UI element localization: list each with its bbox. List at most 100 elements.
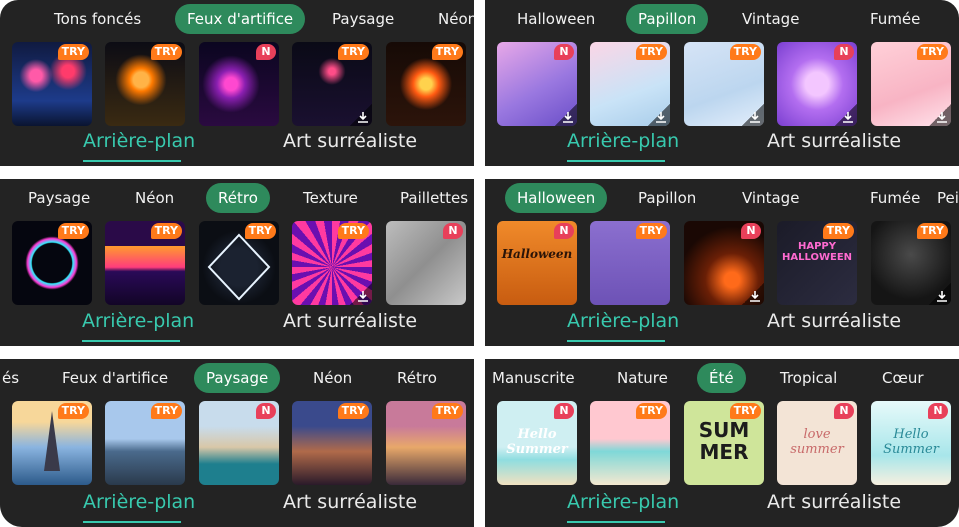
- tab-papillon[interactable]: Papillon: [626, 183, 708, 213]
- tab-arriere-plan[interactable]: Arrière-plan: [567, 310, 679, 332]
- thumbnail-neon-ring[interactable]: TRY: [12, 221, 92, 305]
- effect-panel-butterfly: Halloween Papillon Vintage Fumée N TRY T…: [485, 0, 959, 166]
- download-icon: [835, 104, 857, 126]
- thumbnail-butterflies-blue[interactable]: TRY: [684, 42, 764, 126]
- active-tab-underline: [567, 160, 665, 162]
- tab-arriere-plan[interactable]: Arrière-plan: [567, 491, 679, 513]
- category-tabs: Paysage Néon Rétro Texture Paillettes: [0, 183, 474, 213]
- download-icon: [350, 104, 372, 126]
- thumbnail-retro-sunset[interactable]: TRY: [105, 221, 185, 305]
- tab-art-surrealiste[interactable]: Art surréaliste: [767, 310, 901, 332]
- tab-partial[interactable]: és: [0, 363, 31, 393]
- effect-panel-retro: Paysage Néon Rétro Texture Paillettes TR…: [0, 179, 474, 346]
- thumbnail-concrete-wall[interactable]: N: [386, 221, 466, 305]
- thumbnail-halloween-pumpkins[interactable]: TRY: [590, 221, 670, 305]
- category-tabs: Manuscrite Nature Été Tropical Cœur: [485, 363, 959, 393]
- thumbnail-bridge-city[interactable]: TRY: [105, 401, 185, 485]
- tab-manuscrite[interactable]: Manuscrite: [485, 363, 587, 393]
- tab-ete[interactable]: Été: [697, 363, 746, 393]
- download-icon: [742, 104, 764, 126]
- thumbnail-halloween-orange[interactable]: Halloween N: [497, 221, 577, 305]
- try-badge: TRY: [431, 403, 463, 419]
- tab-feux-dartifice[interactable]: Feux d'artifice: [175, 4, 306, 34]
- active-tab-underline: [83, 160, 181, 162]
- thumbnail-butterfly-pink[interactable]: TRY: [871, 42, 951, 126]
- tab-papillon[interactable]: Papillon: [626, 4, 709, 34]
- thumbnail-rome-sunset[interactable]: TRY: [386, 401, 466, 485]
- bottom-tabs: Arrière-plan Art surréaliste: [0, 308, 474, 342]
- tab-peinture[interactable]: Pei: [925, 183, 959, 213]
- try-badge: TRY: [57, 223, 89, 239]
- tab-vintage[interactable]: Vintage: [730, 4, 811, 34]
- tab-neon[interactable]: Néon: [426, 4, 474, 34]
- tab-art-surrealiste[interactable]: Art surréaliste: [767, 491, 901, 513]
- category-tabs: és Feux d'artifice Paysage Néon Rétro: [0, 363, 474, 393]
- tab-art-surrealiste[interactable]: Art surréaliste: [767, 130, 901, 152]
- tab-paysage[interactable]: Paysage: [16, 183, 102, 213]
- tab-tons-fonces[interactable]: Tons foncés: [42, 4, 153, 34]
- thumbnail-spiral-pink[interactable]: TRY: [292, 221, 372, 305]
- try-badge: TRY: [337, 403, 369, 419]
- thumbnail-neon-diamond[interactable]: TRY: [199, 221, 279, 305]
- thumbnail-paris-eiffel[interactable]: TRY: [12, 401, 92, 485]
- thumbnail-halloween-smoke[interactable]: TRY: [871, 221, 951, 305]
- tab-feux-dartifice[interactable]: Feux d'artifice: [50, 363, 180, 393]
- download-icon: [929, 283, 951, 305]
- tab-arriere-plan[interactable]: Arrière-plan: [83, 130, 195, 152]
- thumbnail-hello-summer-aqua[interactable]: Hello Summer N: [871, 401, 951, 485]
- try-badge: TRY: [635, 44, 667, 60]
- thumbnail-city-night[interactable]: TRY: [292, 401, 372, 485]
- tab-art-surrealiste[interactable]: Art surréaliste: [283, 130, 417, 152]
- tab-paysage[interactable]: Paysage: [320, 4, 406, 34]
- tab-halloween[interactable]: Halloween: [505, 183, 608, 213]
- thumbnail-halloween-candle[interactable]: N: [684, 221, 764, 305]
- thumbnail-text: HAPPY HALLOWEEN: [781, 241, 853, 263]
- thumbnail-fireworks-dark[interactable]: TRY: [292, 42, 372, 126]
- thumbnail-venice-canal[interactable]: N: [199, 401, 279, 485]
- thumbnail-fireworks-golden[interactable]: TRY: [105, 42, 185, 126]
- tab-neon[interactable]: Néon: [123, 183, 186, 213]
- thumbnail-love-summer[interactable]: love summer N: [777, 401, 857, 485]
- tab-nature[interactable]: Nature: [605, 363, 680, 393]
- tab-tropical[interactable]: Tropical: [768, 363, 849, 393]
- new-badge: N: [834, 44, 854, 60]
- new-badge: N: [256, 403, 276, 419]
- tab-texture[interactable]: Texture: [291, 183, 370, 213]
- thumbnail-row: TRY TRY TRY TRY N: [0, 221, 474, 307]
- tab-coeur[interactable]: Cœur: [870, 363, 936, 393]
- active-tab-underline: [82, 340, 180, 342]
- thumbnail-sum-mer-green[interactable]: SUM MER TRY: [684, 401, 764, 485]
- thumbnail-row: TRY TRY N TRY TRY: [0, 42, 474, 128]
- thumbnail-row: N TRY TRY N TRY: [485, 42, 959, 128]
- tab-retro[interactable]: Rétro: [385, 363, 449, 393]
- thumbnail-butterflies-pastel[interactable]: TRY: [590, 42, 670, 126]
- tab-fumee[interactable]: Fumée: [858, 4, 932, 34]
- tab-vintage[interactable]: Vintage: [730, 183, 811, 213]
- tab-arriere-plan[interactable]: Arrière-plan: [567, 130, 679, 152]
- tab-art-surrealiste[interactable]: Art surréaliste: [283, 310, 417, 332]
- thumbnail-fireworks-red-blue[interactable]: TRY: [12, 42, 92, 126]
- thumbnail-row: TRY TRY N TRY TRY: [0, 401, 474, 487]
- tab-halloween[interactable]: Halloween: [505, 4, 607, 34]
- tab-art-surrealiste[interactable]: Art surréaliste: [283, 491, 417, 513]
- tab-arriere-plan[interactable]: Arrière-plan: [82, 310, 194, 332]
- download-icon: [555, 104, 577, 126]
- thumbnail-fireworks-orange[interactable]: TRY: [386, 42, 466, 126]
- thumbnail-text: Halloween: [501, 247, 573, 261]
- thumbnail-hello-summer-beach[interactable]: Hello Summer N: [497, 401, 577, 485]
- tab-arriere-plan[interactable]: Arrière-plan: [83, 491, 195, 513]
- thumbnail-happy-halloween-neon[interactable]: HAPPY HALLOWEEN TRY: [777, 221, 857, 305]
- thumbnail-butterfly-glow[interactable]: N: [777, 42, 857, 126]
- try-badge: TRY: [337, 223, 369, 239]
- tab-fumee[interactable]: Fumée: [858, 183, 932, 213]
- thumbnail-beach-pink[interactable]: TRY: [590, 401, 670, 485]
- tab-paysage[interactable]: Paysage: [194, 363, 281, 393]
- thumbnail-butterflies-purple[interactable]: N: [497, 42, 577, 126]
- thumbnail-fireworks-purple[interactable]: N: [199, 42, 279, 126]
- bottom-tabs: Arrière-plan Art surréaliste: [485, 128, 959, 162]
- download-icon: [742, 283, 764, 305]
- try-badge: TRY: [431, 44, 463, 60]
- tab-paillettes[interactable]: Paillettes: [388, 183, 474, 213]
- tab-neon[interactable]: Néon: [301, 363, 364, 393]
- tab-retro[interactable]: Rétro: [206, 183, 270, 213]
